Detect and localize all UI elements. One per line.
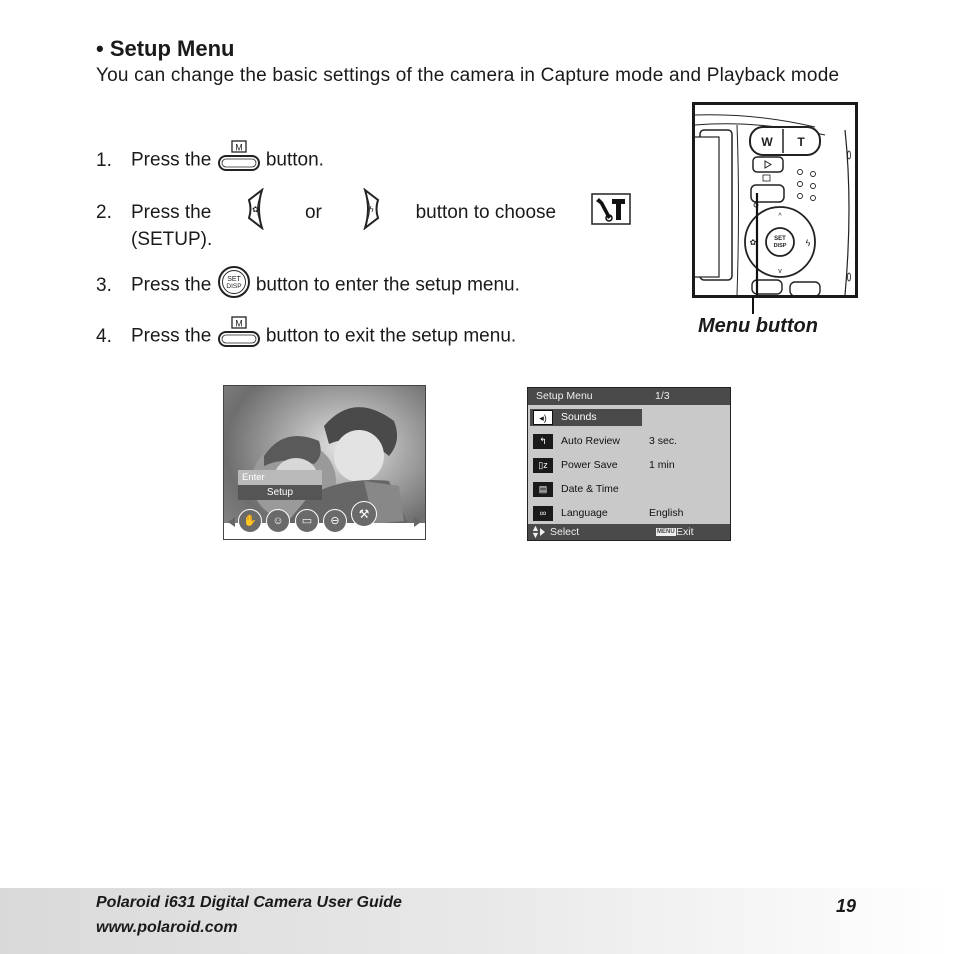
set-disp-button-icon: SET DISP (217, 265, 251, 306)
power-save-icon: ▯z (533, 458, 553, 473)
setup-icon: ⚒ (351, 501, 377, 527)
menu-button-icon: M (217, 316, 261, 357)
setup-menu-header: Setup Menu 1/3 (528, 388, 730, 405)
svg-text:DISP: DISP (226, 283, 241, 290)
setup-row-power-save[interactable]: ▯z Power Save 1 min (528, 457, 730, 475)
right-arrow-icon (540, 528, 545, 536)
setup-tools-icon (591, 193, 631, 232)
svg-text:✿: ✿ (750, 238, 757, 247)
svg-text:SET: SET (227, 276, 241, 283)
setup-row-language[interactable]: ∞ Language English (528, 505, 730, 523)
svg-text:SET: SET (774, 236, 786, 242)
setup-row-date-time[interactable]: ▤ Date & Time (528, 481, 730, 499)
setup-row-sounds[interactable]: ◂) Sounds (528, 409, 730, 427)
footer-guide-title: Polaroid i631 Digital Camera User Guide (96, 894, 402, 911)
setup-row-auto-review[interactable]: ↰ Auto Review 3 sec. (528, 433, 730, 451)
scroll-left-arrow-icon (228, 517, 235, 527)
speaker-icon: ◂) (533, 410, 553, 425)
face-detect-icon: ☺ (266, 509, 290, 533)
section-title: • Setup Menu (96, 36, 235, 61)
footer-url: www.polaroid.com (96, 919, 238, 936)
svg-text:M: M (235, 143, 243, 153)
updown-arrow-icon: ▲ ▼ (531, 523, 540, 540)
svg-text:DISP: DISP (774, 243, 787, 249)
left-macro-button-icon: ✿ (246, 187, 270, 237)
zoom-icon: ⊖ (323, 509, 347, 533)
zoom-buttons: W T (749, 126, 821, 156)
svg-text:M: M (235, 319, 243, 329)
right-flash-button-icon: ϟ (357, 187, 381, 237)
auto-review-icon: ↰ (533, 434, 553, 449)
pointer-line-extension (752, 296, 754, 314)
menu-key-icon: MENU (656, 528, 676, 536)
setup-menu-footer: ▲ ▼ Select MENU Exit (528, 524, 730, 540)
step-1: 1. Press the M button. (96, 140, 324, 181)
menu-item-enter: Enter (238, 470, 322, 485)
playback-button (752, 156, 784, 173)
intro-text: You can change the basic settings of the… (96, 65, 840, 86)
svg-text:v: v (778, 268, 782, 275)
svg-text:ϟ: ϟ (369, 205, 374, 214)
page-number: 19 (836, 896, 857, 916)
svg-text:✿: ✿ (252, 205, 259, 214)
scroll-right-arrow-icon (414, 517, 421, 527)
svg-text:T: T (797, 135, 805, 149)
menu-button-caption: Menu button (698, 315, 818, 337)
svg-text:W: W (761, 135, 773, 149)
step-2: 2. Press the ✿ or ϟ button to choose (SET… (96, 187, 631, 252)
stabilizer-icon: ✋ (238, 509, 262, 533)
step-4: 4. Press the M button to exit the setup m… (96, 316, 516, 357)
date-time-icon: ▤ (533, 482, 553, 497)
setup-menu-screen: Setup Menu 1/3 ◂) Sounds ↰ Auto Review 3… (527, 387, 731, 541)
lcd-photo-screen: Enter Setup ✋ ☺ ▭ ⊖ ⚒ (223, 385, 426, 540)
menu-button-icon: M (217, 140, 261, 181)
svg-text:ϟ: ϟ (806, 238, 811, 248)
frame-icon: ▭ (295, 509, 319, 533)
menu-item-setup: Setup (238, 485, 322, 500)
language-icon: ∞ (533, 506, 553, 521)
camera-back-illustration: W T SET DISP ^ v ϟ ✿ (692, 102, 858, 298)
step-3: 3. Press the SET DISP button to enter the … (96, 265, 520, 306)
